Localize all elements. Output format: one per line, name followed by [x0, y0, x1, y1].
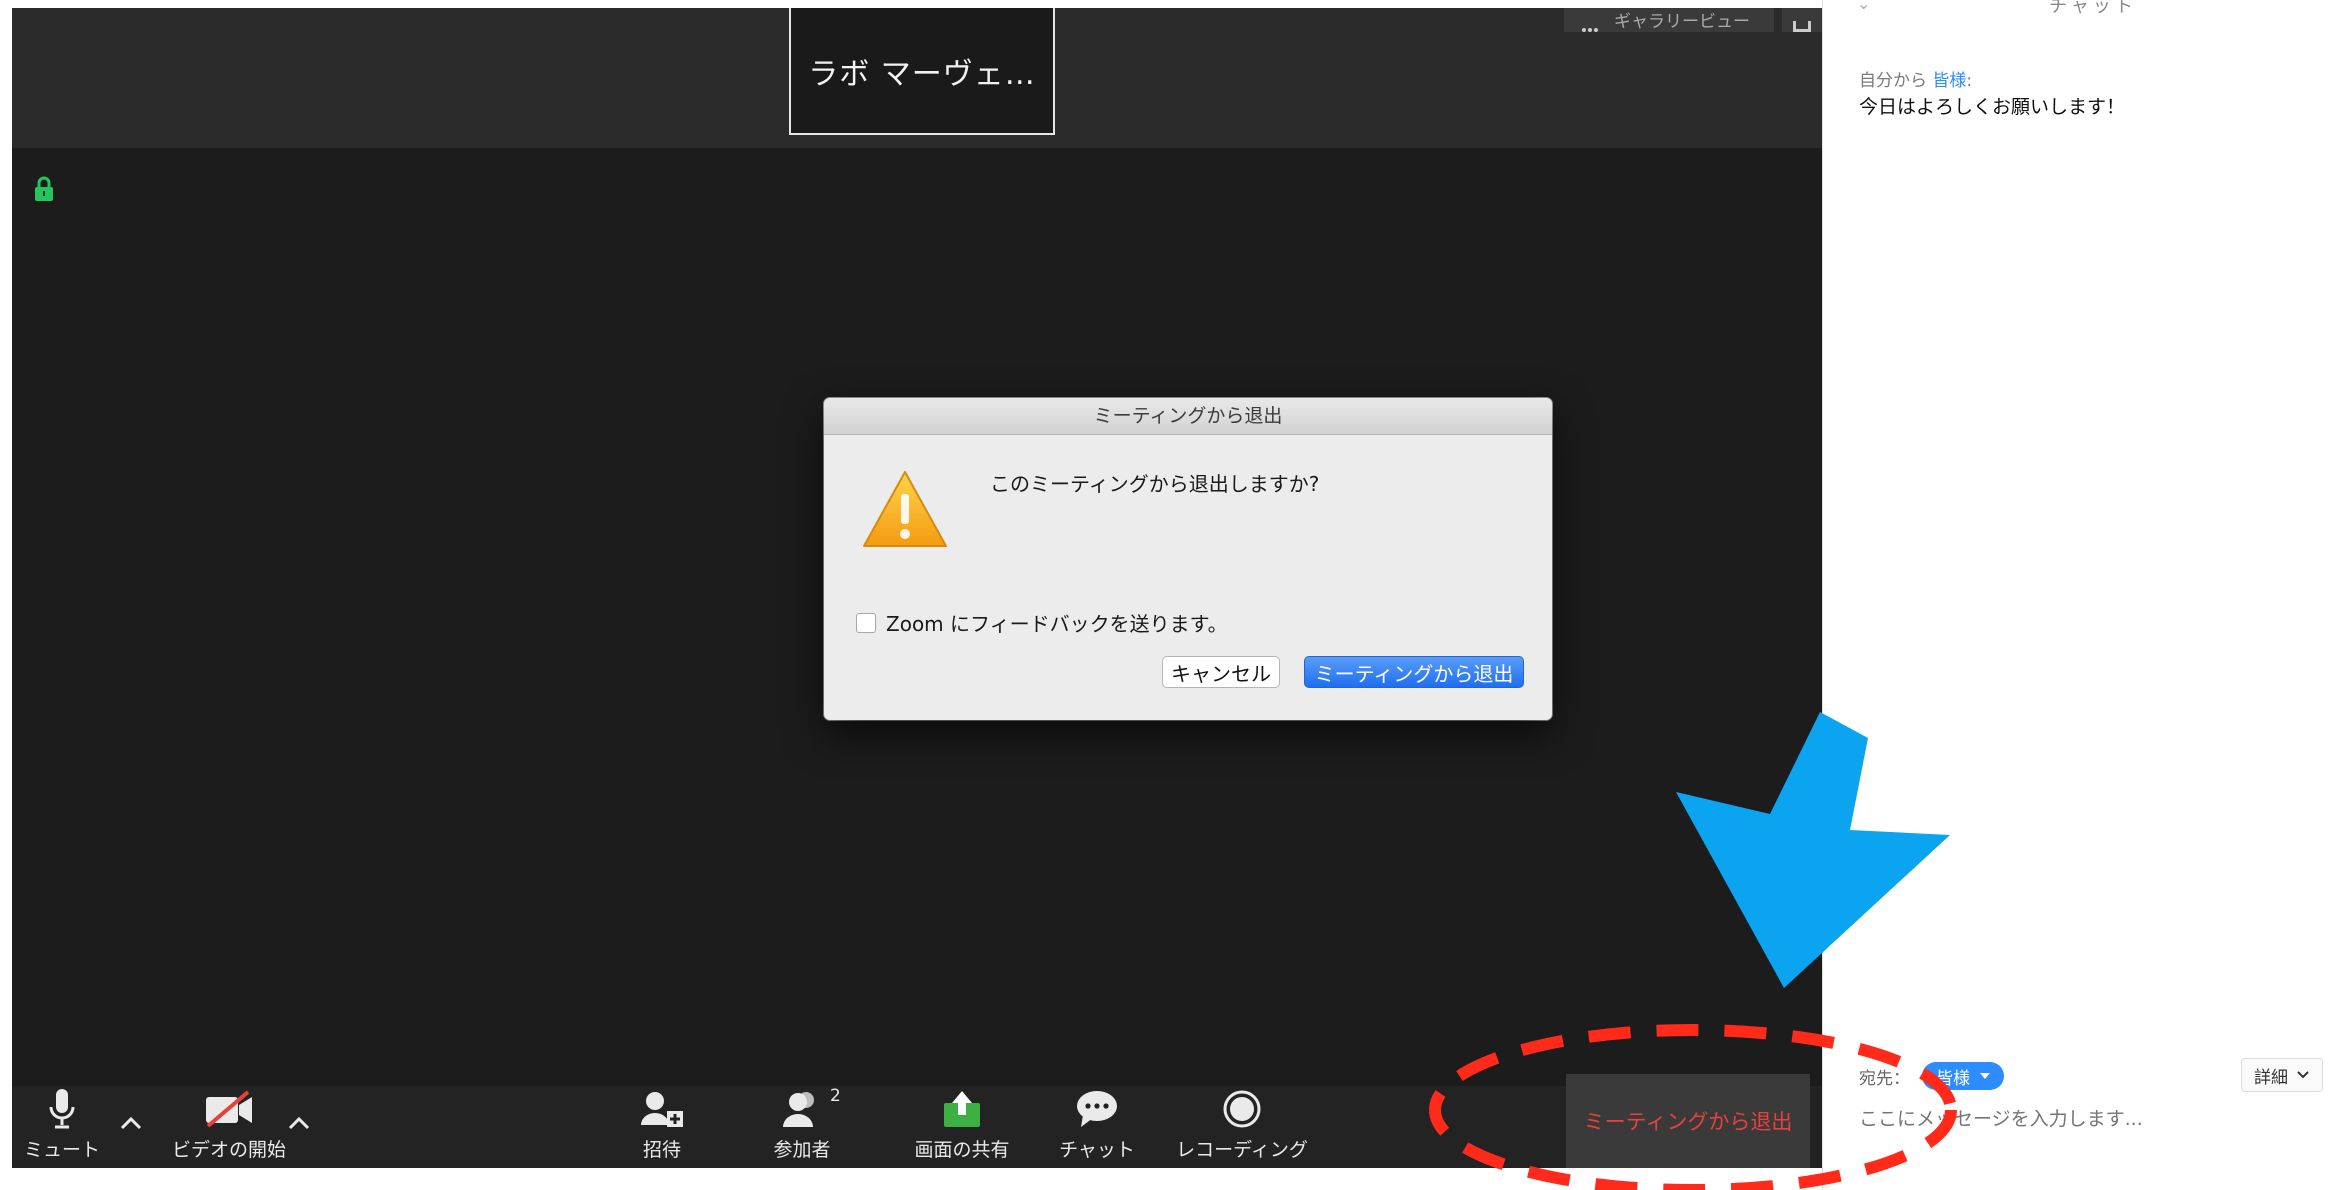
invite-button[interactable]: 招待 [612, 1086, 712, 1168]
record-icon [1223, 1090, 1261, 1127]
participants-label: 参加者 [773, 1139, 831, 1161]
chat-message-text: 今日はよろしくお願いします！ [1859, 96, 2126, 118]
fullscreen-icon [1793, 21, 1811, 32]
record-button[interactable]: レコーディング [1162, 1086, 1322, 1168]
invite-label: 招待 [642, 1139, 681, 1161]
chat-message-header: 自分から 皆様: [1859, 71, 1973, 91]
leave-meeting-button[interactable]: ミーティングから退出 [1566, 1074, 1810, 1168]
audio-options-caret-icon[interactable] [118, 1110, 144, 1136]
leave-meeting-dialog: ミーティングから退出 このミーティングから退出しますか? Zoom にフィードバ… [824, 398, 1552, 720]
leave-meeting-label: ミーティングから退出 [1583, 1110, 1793, 1134]
dialog-message: このミーティングから退出しますか? [990, 472, 1320, 496]
lock-icon[interactable] [34, 176, 54, 202]
record-label: レコーディング [1176, 1139, 1308, 1161]
details-label: 詳細 [2254, 1067, 2288, 1088]
dropdown-arrow-icon [1980, 1073, 1990, 1079]
warning-icon [863, 471, 947, 547]
feedback-checkbox[interactable] [856, 612, 876, 633]
microphone-icon [49, 1088, 75, 1128]
share-screen-button[interactable]: 画面の共有 [892, 1086, 1032, 1168]
chat-message-input[interactable] [1859, 1108, 2319, 1130]
chevron-down-icon [2297, 1071, 2309, 1079]
mute-button[interactable]: ミュート [12, 1086, 112, 1168]
details-button[interactable]: 詳細 [2241, 1058, 2323, 1092]
chat-button[interactable]: チャット [1042, 1086, 1152, 1168]
dialog-title: ミーティングから退出 [824, 398, 1552, 435]
recipient-selector: 宛先： 皆様 [1859, 1062, 2004, 1090]
fullscreen-button[interactable] [1782, 8, 1822, 32]
start-video-label: ビデオの開始 [171, 1139, 286, 1161]
recipient-pill-label: 皆様 [1936, 1068, 1970, 1089]
meeting-window: ラボ マーヴェ… ギャラリービュー ミュート ビデオの開始 招待 2 参加者 画… [12, 8, 1822, 1168]
participant-name: ラボ マーヴェ… [808, 56, 1036, 92]
feedback-label[interactable]: Zoom にフィードバックを送ります。 [886, 608, 1228, 637]
mute-label: ミュート [23, 1139, 100, 1161]
invite-icon [641, 1091, 683, 1127]
chat-title: チャット [2049, 0, 2137, 17]
collapse-chevron-icon[interactable]: ⌄ [1857, 0, 1870, 13]
active-speaker-tile[interactable]: ラボ マーヴェ… [789, 8, 1055, 135]
chat-icon [1077, 1090, 1117, 1127]
chat-label: チャット [1059, 1139, 1135, 1161]
grid-icon [1582, 20, 1598, 32]
share-screen-label: 画面の共有 [914, 1139, 1010, 1161]
participant-count: 2 [830, 1086, 841, 1106]
to-label: 宛先： [1859, 1068, 1910, 1089]
gallery-view-button[interactable]: ギャラリービュー [1564, 8, 1774, 32]
share-screen-icon [944, 1090, 980, 1127]
chat-panel: ⌄ チャット 自分から 皆様: 今日はよろしくお願いします！ 宛先： 皆様 詳細 [1822, 0, 2349, 1190]
gallery-view-label: ギャラリービュー [1614, 12, 1750, 32]
participants-icon [783, 1091, 814, 1127]
confirm-leave-button[interactable]: ミーティングから退出 [1304, 656, 1524, 688]
recipient-name[interactable]: 皆様 [1932, 71, 1966, 91]
participants-button[interactable]: 2 参加者 [742, 1086, 862, 1168]
meeting-toolbar: ミュート ビデオの開始 招待 2 参加者 画面の共有 チャット レコーディング [12, 1086, 1822, 1168]
video-off-icon [206, 1089, 252, 1128]
top-bar: ラボ マーヴェ… ギャラリービュー [12, 8, 1822, 148]
cancel-button[interactable]: キャンセル [1162, 656, 1280, 688]
video-options-caret-icon[interactable] [286, 1110, 312, 1136]
recipient-dropdown[interactable]: 皆様 [1922, 1062, 2004, 1090]
sender-prefix: 自分から [1859, 71, 1927, 91]
feedback-option: Zoom にフィードバックを送ります。 [856, 608, 1228, 637]
